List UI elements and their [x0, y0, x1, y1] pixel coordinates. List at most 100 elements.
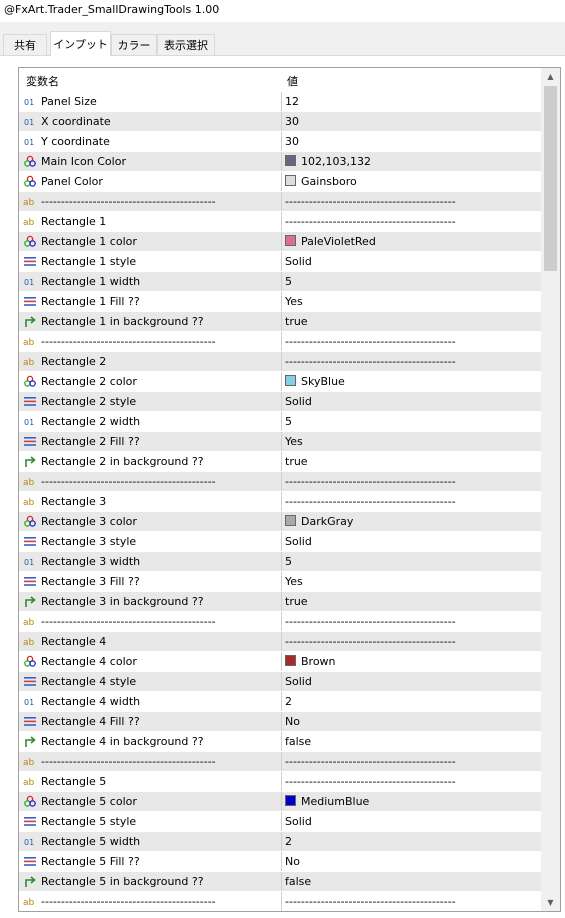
- table-row[interactable]: Rectangle 4 color Brown: [19, 652, 541, 672]
- table-row[interactable]: Rectangle 1 Fill ?? Yes: [19, 292, 541, 312]
- parameter-value-cell[interactable]: 12: [281, 92, 542, 111]
- parameter-name-cell[interactable]: Rectangle 5 in background ??: [19, 872, 279, 891]
- parameter-value-cell[interactable]: No: [281, 852, 542, 871]
- parameter-name-cell[interactable]: ab Rectangle 3: [19, 492, 279, 511]
- parameter-value-cell[interactable]: true: [281, 452, 542, 471]
- parameter-value-cell[interactable]: true: [281, 592, 542, 611]
- table-row[interactable]: ab Rectangle 4 ---------------------------…: [19, 632, 541, 652]
- table-row[interactable]: ab --------------------------------------…: [19, 612, 541, 632]
- vertical-scrollbar[interactable]: ▲ ▼: [541, 68, 560, 911]
- table-row[interactable]: ab Rectangle 5 ---------------------------…: [19, 772, 541, 792]
- table-row[interactable]: ab Rectangle 2 ---------------------------…: [19, 352, 541, 372]
- parameter-value-cell[interactable]: DarkGray: [281, 512, 542, 531]
- parameter-name-cell[interactable]: ab --------------------------------------…: [19, 892, 279, 911]
- table-row[interactable]: Rectangle 4 in background ?? false: [19, 732, 541, 752]
- parameter-value-cell[interactable]: SkyBlue: [281, 372, 542, 391]
- parameter-name-cell[interactable]: Rectangle 3 in background ??: [19, 592, 279, 611]
- parameter-name-cell[interactable]: ab Rectangle 1: [19, 212, 279, 231]
- parameter-value-cell[interactable]: 30: [281, 132, 542, 151]
- parameter-value-cell[interactable]: Gainsboro: [281, 172, 542, 191]
- scroll-down-arrow-icon[interactable]: ▼: [541, 894, 560, 911]
- parameter-value-cell[interactable]: ----------------------------------------…: [281, 352, 542, 371]
- parameter-name-cell[interactable]: 01 X coordinate: [19, 112, 279, 131]
- parameter-name-cell[interactable]: Rectangle 3 color: [19, 512, 279, 531]
- parameter-name-cell[interactable]: 01 Panel Size: [19, 92, 279, 111]
- parameter-value-cell[interactable]: Brown: [281, 652, 542, 671]
- parameter-value-cell[interactable]: false: [281, 872, 542, 891]
- table-row[interactable]: Rectangle 2 Fill ?? Yes: [19, 432, 541, 452]
- table-row[interactable]: Main Icon Color 102,103,132: [19, 152, 541, 172]
- table-row[interactable]: Rectangle 5 color MediumBlue: [19, 792, 541, 812]
- parameter-name-cell[interactable]: ab --------------------------------------…: [19, 472, 279, 491]
- parameter-name-cell[interactable]: Panel Color: [19, 172, 279, 191]
- table-row[interactable]: Rectangle 3 style Solid: [19, 532, 541, 552]
- parameter-name-cell[interactable]: 01 Rectangle 1 width: [19, 272, 279, 291]
- table-row[interactable]: ab --------------------------------------…: [19, 752, 541, 772]
- table-row[interactable]: 01 Panel Size 12: [19, 92, 541, 112]
- parameter-name-cell[interactable]: Rectangle 5 Fill ??: [19, 852, 279, 871]
- table-row[interactable]: Rectangle 5 in background ?? false: [19, 872, 541, 892]
- tab-visualization[interactable]: 表示選択: [157, 34, 215, 55]
- parameter-name-cell[interactable]: Rectangle 2 style: [19, 392, 279, 411]
- tab-inputs[interactable]: インプット: [50, 31, 111, 56]
- table-row[interactable]: Rectangle 2 style Solid: [19, 392, 541, 412]
- parameter-name-cell[interactable]: Rectangle 1 color: [19, 232, 279, 251]
- parameter-value-cell[interactable]: ----------------------------------------…: [281, 612, 542, 631]
- parameter-name-cell[interactable]: Main Icon Color: [19, 152, 279, 171]
- parameter-name-cell[interactable]: 01 Rectangle 5 width: [19, 832, 279, 851]
- parameter-value-cell[interactable]: 5: [281, 412, 542, 431]
- parameter-value-cell[interactable]: 5: [281, 272, 542, 291]
- parameter-name-cell[interactable]: 01 Y coordinate: [19, 132, 279, 151]
- parameter-name-cell[interactable]: ab Rectangle 2: [19, 352, 279, 371]
- table-row[interactable]: Rectangle 5 style Solid: [19, 812, 541, 832]
- parameter-name-cell[interactable]: Rectangle 2 Fill ??: [19, 432, 279, 451]
- parameter-value-cell[interactable]: ----------------------------------------…: [281, 632, 542, 651]
- table-row[interactable]: Rectangle 3 in background ?? true: [19, 592, 541, 612]
- parameter-name-cell[interactable]: Rectangle 5 style: [19, 812, 279, 831]
- parameter-name-cell[interactable]: Rectangle 4 Fill ??: [19, 712, 279, 731]
- table-row[interactable]: Rectangle 2 color SkyBlue: [19, 372, 541, 392]
- table-row[interactable]: Rectangle 4 Fill ?? No: [19, 712, 541, 732]
- parameter-value-cell[interactable]: ----------------------------------------…: [281, 492, 542, 511]
- parameter-value-cell[interactable]: Solid: [281, 392, 542, 411]
- table-row[interactable]: 01 Rectangle 3 width 5: [19, 552, 541, 572]
- parameter-value-cell[interactable]: No: [281, 712, 542, 731]
- parameter-value-cell[interactable]: 2: [281, 832, 542, 851]
- table-row[interactable]: ab --------------------------------------…: [19, 332, 541, 352]
- parameter-value-cell[interactable]: 102,103,132: [281, 152, 542, 171]
- parameter-value-cell[interactable]: 5: [281, 552, 542, 571]
- table-row[interactable]: Rectangle 3 color DarkGray: [19, 512, 541, 532]
- parameter-name-cell[interactable]: Rectangle 4 color: [19, 652, 279, 671]
- table-row[interactable]: 01 X coordinate 30: [19, 112, 541, 132]
- parameter-value-cell[interactable]: ----------------------------------------…: [281, 752, 542, 771]
- parameter-value-cell[interactable]: Yes: [281, 292, 542, 311]
- table-row[interactable]: Rectangle 4 style Solid: [19, 672, 541, 692]
- table-row[interactable]: Rectangle 5 Fill ?? No: [19, 852, 541, 872]
- table-row[interactable]: Rectangle 1 color PaleVioletRed: [19, 232, 541, 252]
- table-row[interactable]: ab --------------------------------------…: [19, 472, 541, 492]
- parameter-value-cell[interactable]: Yes: [281, 572, 542, 591]
- parameter-value-cell[interactable]: ----------------------------------------…: [281, 892, 542, 911]
- parameter-name-cell[interactable]: 01 Rectangle 3 width: [19, 552, 279, 571]
- parameter-value-cell[interactable]: 2: [281, 692, 542, 711]
- tab-colors[interactable]: カラー: [111, 34, 157, 55]
- parameter-name-cell[interactable]: Rectangle 3 style: [19, 532, 279, 551]
- parameter-value-cell[interactable]: ----------------------------------------…: [281, 332, 542, 351]
- parameter-name-cell[interactable]: Rectangle 4 in background ??: [19, 732, 279, 751]
- parameter-name-cell[interactable]: ab --------------------------------------…: [19, 612, 279, 631]
- parameter-value-cell[interactable]: ----------------------------------------…: [281, 772, 542, 791]
- table-row[interactable]: ab --------------------------------------…: [19, 892, 542, 911]
- scrollbar-thumb[interactable]: [544, 86, 557, 271]
- parameter-value-cell[interactable]: Solid: [281, 672, 542, 691]
- parameter-value-cell[interactable]: ----------------------------------------…: [281, 472, 542, 491]
- parameter-value-cell[interactable]: ----------------------------------------…: [281, 192, 542, 211]
- parameter-value-cell[interactable]: 30: [281, 112, 542, 131]
- parameter-name-cell[interactable]: Rectangle 4 style: [19, 672, 279, 691]
- table-row[interactable]: 01 Rectangle 5 width 2: [19, 832, 541, 852]
- table-row[interactable]: ab --------------------------------------…: [19, 192, 541, 212]
- table-row[interactable]: Rectangle 1 style Solid: [19, 252, 541, 272]
- parameter-name-cell[interactable]: Rectangle 1 Fill ??: [19, 292, 279, 311]
- column-header-value[interactable]: 値: [287, 73, 298, 89]
- parameter-value-cell[interactable]: Solid: [281, 532, 542, 551]
- parameter-name-cell[interactable]: Rectangle 3 Fill ??: [19, 572, 279, 591]
